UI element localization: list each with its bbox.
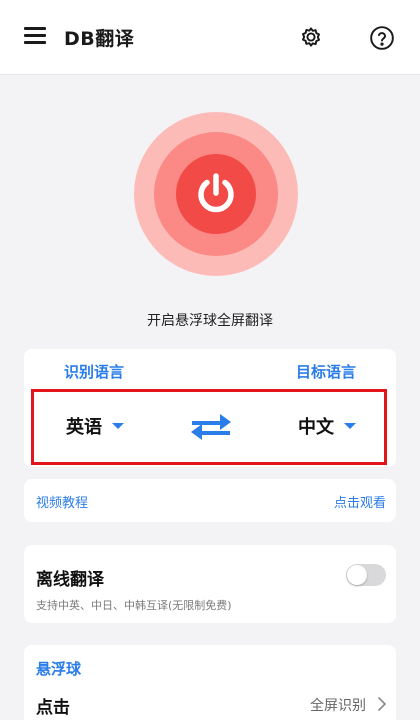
app-title: DB翻译 bbox=[64, 28, 135, 50]
floating-ball-card: 悬浮球 点击 全屏识别 bbox=[24, 645, 396, 720]
caret-down-icon bbox=[112, 423, 124, 429]
watch-tutorial-link[interactable]: 点击观看 bbox=[334, 492, 386, 511]
click-action-value: 全屏识别 bbox=[310, 698, 366, 714]
chevron-right-icon bbox=[378, 697, 386, 711]
source-language-value: 英语 bbox=[66, 417, 102, 438]
offline-translation-toggle[interactable] bbox=[346, 564, 386, 586]
swap-arrows-icon[interactable] bbox=[188, 404, 234, 448]
gear-icon[interactable] bbox=[298, 24, 324, 50]
power-caption: 开启悬浮球全屏翻译 bbox=[147, 313, 273, 329]
language-selector-box: 英语 中文 bbox=[31, 389, 387, 465]
language-card: 识别语言 目标语言 英语 中文 bbox=[24, 349, 396, 467]
power-icon bbox=[198, 173, 234, 213]
help-icon[interactable] bbox=[369, 25, 395, 51]
video-tutorial-card: 视频教程 点击观看 bbox=[24, 479, 396, 522]
caret-down-icon bbox=[344, 423, 356, 429]
offline-translation-card: 离线翻译 支持中英、中日、中韩互译(无限制免费) bbox=[24, 545, 396, 623]
offline-translation-title: 离线翻译 bbox=[36, 570, 104, 590]
offline-translation-description: 支持中英、中日、中韩互译(无限制免费) bbox=[36, 599, 232, 612]
floating-ball-title: 悬浮球 bbox=[36, 660, 82, 678]
floating-ball-click-setting[interactable]: 点击 全屏识别 bbox=[24, 687, 396, 720]
source-language-label: 识别语言 bbox=[64, 363, 125, 381]
source-language-dropdown[interactable]: 英语 bbox=[66, 413, 124, 439]
target-language-dropdown[interactable]: 中文 bbox=[298, 413, 356, 439]
menu-icon[interactable] bbox=[24, 27, 46, 45]
app-bar: DB翻译 bbox=[0, 0, 420, 75]
target-language-label: 目标语言 bbox=[295, 363, 356, 381]
floating-ball-power-button[interactable] bbox=[134, 112, 298, 276]
click-action-label: 点击 bbox=[36, 698, 70, 718]
toggle-knob bbox=[347, 565, 367, 585]
target-language-value: 中文 bbox=[298, 417, 334, 438]
video-tutorial-label: 视频教程 bbox=[36, 496, 89, 511]
